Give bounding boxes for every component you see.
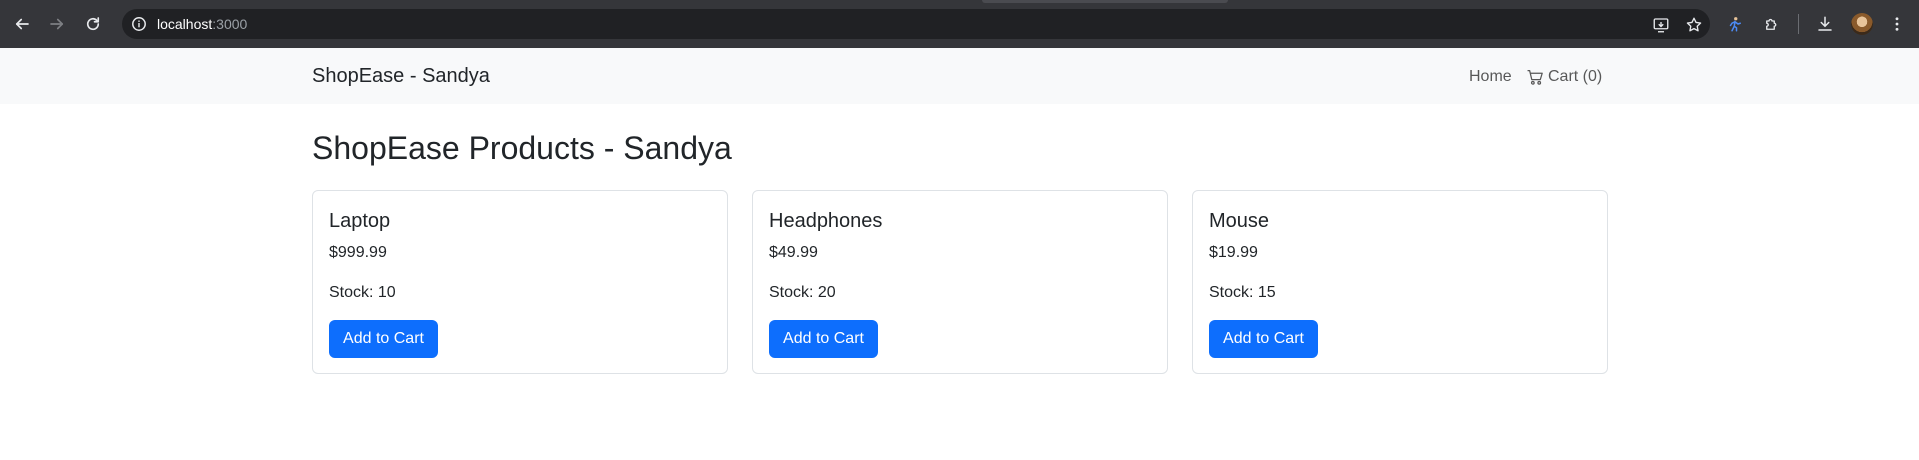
tab-strip-edge <box>982 0 1228 3</box>
extension-icon[interactable] <box>1724 13 1746 35</box>
profile-avatar[interactable] <box>1851 13 1873 35</box>
product-price: $19.99 <box>1209 244 1258 261</box>
url-port: :3000 <box>212 16 248 32</box>
toolbar-separator <box>1798 14 1799 34</box>
product-name: Mouse <box>1209 210 1270 232</box>
cart-icon <box>1527 69 1543 85</box>
reload-button[interactable] <box>80 11 106 37</box>
bookmark-star-icon[interactable] <box>1685 16 1703 34</box>
product-stock: Stock: 15 <box>1209 284 1276 301</box>
product-price: $49.99 <box>769 244 818 261</box>
product-card: Headphones $49.99 Stock: 20 Add to Cart <box>752 190 1168 374</box>
product-name: Laptop <box>329 210 391 232</box>
site-info-icon[interactable] <box>131 16 147 32</box>
product-price: $999.99 <box>329 244 387 261</box>
product-card: Laptop $999.99 Stock: 10 Add to Cart <box>312 190 728 374</box>
back-button[interactable] <box>9 11 35 37</box>
product-card: Mouse $19.99 Stock: 15 Add to Cart <box>1192 190 1608 374</box>
page-title: ShopEase Products - Sandya <box>312 130 732 166</box>
puzzle-icon <box>1766 18 1777 30</box>
add-to-cart-button[interactable]: Add to Cart <box>329 320 438 358</box>
install-app-icon[interactable] <box>1652 16 1670 34</box>
add-to-cart-button[interactable]: Add to Cart <box>769 320 878 358</box>
arrow-right-icon <box>50 18 64 30</box>
nav-link-cart[interactable]: Cart (0) <box>1527 67 1602 87</box>
extensions-button[interactable] <box>1761 13 1783 35</box>
nav-link-home[interactable]: Home <box>1469 67 1512 87</box>
url-host: localhost <box>157 16 213 32</box>
address-bar[interactable]: localhost:3000 <box>122 9 1710 39</box>
add-to-cart-button[interactable]: Add to Cart <box>1209 320 1318 358</box>
arrow-left-icon <box>15 18 29 30</box>
url-text[interactable]: localhost:3000 <box>157 15 247 33</box>
forward-button[interactable] <box>44 11 70 37</box>
browser-menu-button[interactable] <box>1886 13 1908 35</box>
more-vert-icon <box>1895 17 1899 31</box>
product-stock: Stock: 20 <box>769 284 836 301</box>
site-navbar: ShopEase - Sandya Home Cart (0) <box>0 48 1919 104</box>
reload-icon <box>86 17 100 31</box>
runner-extension-icon <box>1729 17 1741 32</box>
browser-toolbar: localhost:3000 <box>0 0 1919 48</box>
download-icon <box>1818 16 1832 31</box>
cart-label: Cart (0) <box>1548 68 1603 85</box>
product-name: Headphones <box>769 210 883 232</box>
product-stock: Stock: 10 <box>329 284 396 301</box>
navbar-brand[interactable]: ShopEase - Sandya <box>312 64 490 88</box>
downloads-button[interactable] <box>1814 13 1836 35</box>
